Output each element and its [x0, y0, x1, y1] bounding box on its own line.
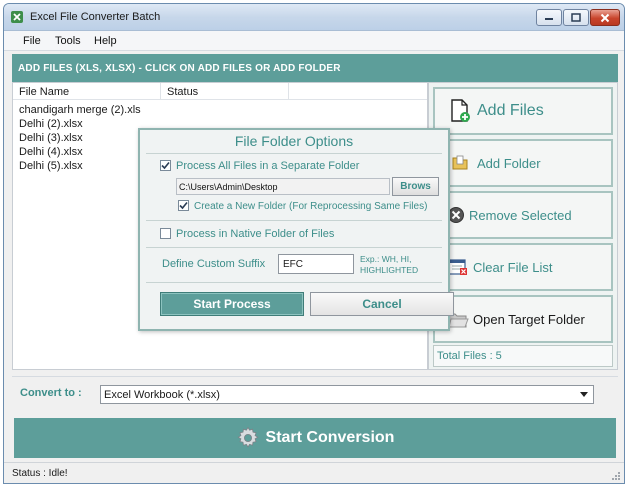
- column-extra[interactable]: [289, 83, 427, 100]
- remove-selected-label: Remove Selected: [469, 207, 572, 223]
- open-target-folder-button[interactable]: Open Target Folder: [433, 295, 613, 343]
- list-item[interactable]: chandigarh merge (2).xls: [19, 104, 141, 116]
- total-files-count: Total Files : 5: [433, 345, 613, 367]
- divider: [146, 153, 442, 154]
- suffix-hint: Exp.: WH, HI, HIGHLIGHTED: [360, 254, 440, 276]
- dialog-title: File Folder Options: [234, 133, 354, 149]
- window-title: Excel File Converter Batch: [30, 11, 161, 23]
- convert-format-select[interactable]: Excel Workbook (*.xlsx): [100, 385, 594, 404]
- suffix-hint-line: HIGHLIGHTED: [360, 265, 419, 275]
- custom-suffix-label: Define Custom Suffix: [162, 258, 266, 270]
- divider: [146, 247, 442, 248]
- start-process-button[interactable]: Start Process: [160, 292, 304, 316]
- resize-grip-icon[interactable]: [610, 470, 620, 480]
- add-folder-label: Add Folder: [477, 155, 541, 171]
- menu-file[interactable]: File: [23, 35, 41, 47]
- create-new-folder-checkbox[interactable]: [178, 200, 189, 211]
- title-bar: Excel File Converter Batch: [4, 4, 624, 31]
- checkmark-icon: [179, 201, 188, 210]
- folder-icon: [449, 152, 471, 174]
- file-folder-options-dialog: File Folder Options Process All Files in…: [138, 128, 454, 331]
- clear-file-list-label: Clear File List: [473, 259, 553, 275]
- start-conversion-label: Start Conversion: [265, 429, 395, 446]
- column-file-name[interactable]: File Name: [13, 83, 161, 100]
- maximize-icon: [571, 13, 581, 22]
- cancel-button[interactable]: Cancel: [310, 292, 454, 316]
- action-side-panel: Add Files Add Folder Remove Selected Cle…: [428, 82, 618, 370]
- process-separate-label[interactable]: Process All Files in a Separate Folder: [176, 160, 359, 172]
- custom-suffix-input[interactable]: EFC: [278, 254, 354, 274]
- app-window: Excel File Converter Batch File Tools He…: [3, 3, 625, 484]
- list-item[interactable]: Delhi (4).xlsx: [19, 146, 83, 158]
- chevron-down-icon[interactable]: [577, 388, 591, 401]
- suffix-hint-line: Exp.: WH, HI,: [360, 254, 412, 264]
- add-folder-button[interactable]: Add Folder: [433, 139, 613, 187]
- clear-list-icon: [447, 256, 469, 278]
- status-bar: Status : Idle!: [4, 462, 624, 483]
- divider: [146, 220, 442, 221]
- add-files-button[interactable]: Add Files: [433, 87, 613, 135]
- target-path-field[interactable]: C:\Users\Admin\Desktop: [176, 178, 390, 195]
- minimize-icon: [545, 17, 553, 20]
- instructions-header: ADD FILES (XLS, XLSX) - CLICK ON ADD FIL…: [12, 54, 618, 82]
- close-button[interactable]: [590, 9, 620, 26]
- convert-format-value: Excel Workbook (*.xlsx): [104, 389, 220, 401]
- menu-help[interactable]: Help: [94, 35, 117, 47]
- menu-bar: File Tools Help: [4, 31, 624, 51]
- clear-file-list-button[interactable]: Clear File List: [433, 243, 613, 291]
- minimize-button[interactable]: [536, 9, 562, 26]
- convert-row: Convert to : Excel Workbook (*.xlsx): [12, 376, 618, 412]
- process-native-checkbox[interactable]: [160, 228, 171, 239]
- create-new-folder-label[interactable]: Create a New Folder (For Reprocessing Sa…: [194, 201, 427, 212]
- process-native-label[interactable]: Process in Native Folder of Files: [176, 228, 334, 240]
- start-conversion-button[interactable]: Start Conversion: [14, 418, 616, 458]
- open-target-folder-label: Open Target Folder: [473, 311, 585, 327]
- browse-button[interactable]: Brows: [392, 177, 439, 196]
- process-separate-checkbox[interactable]: [160, 160, 171, 171]
- remove-selected-button[interactable]: Remove Selected: [433, 191, 613, 239]
- excel-app-icon: [10, 10, 24, 24]
- list-item[interactable]: Delhi (5).xlsx: [19, 160, 83, 172]
- maximize-button[interactable]: [563, 9, 589, 26]
- close-icon: [600, 13, 610, 22]
- list-item[interactable]: Delhi (2).xlsx: [19, 118, 83, 130]
- status-text: Status : Idle!: [12, 468, 68, 479]
- checkmark-icon: [161, 161, 170, 170]
- instructions-text: ADD FILES (XLS, XLSX) - CLICK ON ADD FIL…: [18, 63, 341, 74]
- convert-to-label: Convert to :: [20, 387, 82, 399]
- gear-icon: [236, 426, 260, 450]
- list-item[interactable]: Delhi (3).xlsx: [19, 132, 83, 144]
- add-files-label: Add Files: [477, 102, 544, 119]
- divider: [146, 282, 442, 283]
- add-file-icon: [449, 99, 471, 122]
- column-status[interactable]: Status: [161, 83, 289, 100]
- menu-tools[interactable]: Tools: [55, 35, 81, 47]
